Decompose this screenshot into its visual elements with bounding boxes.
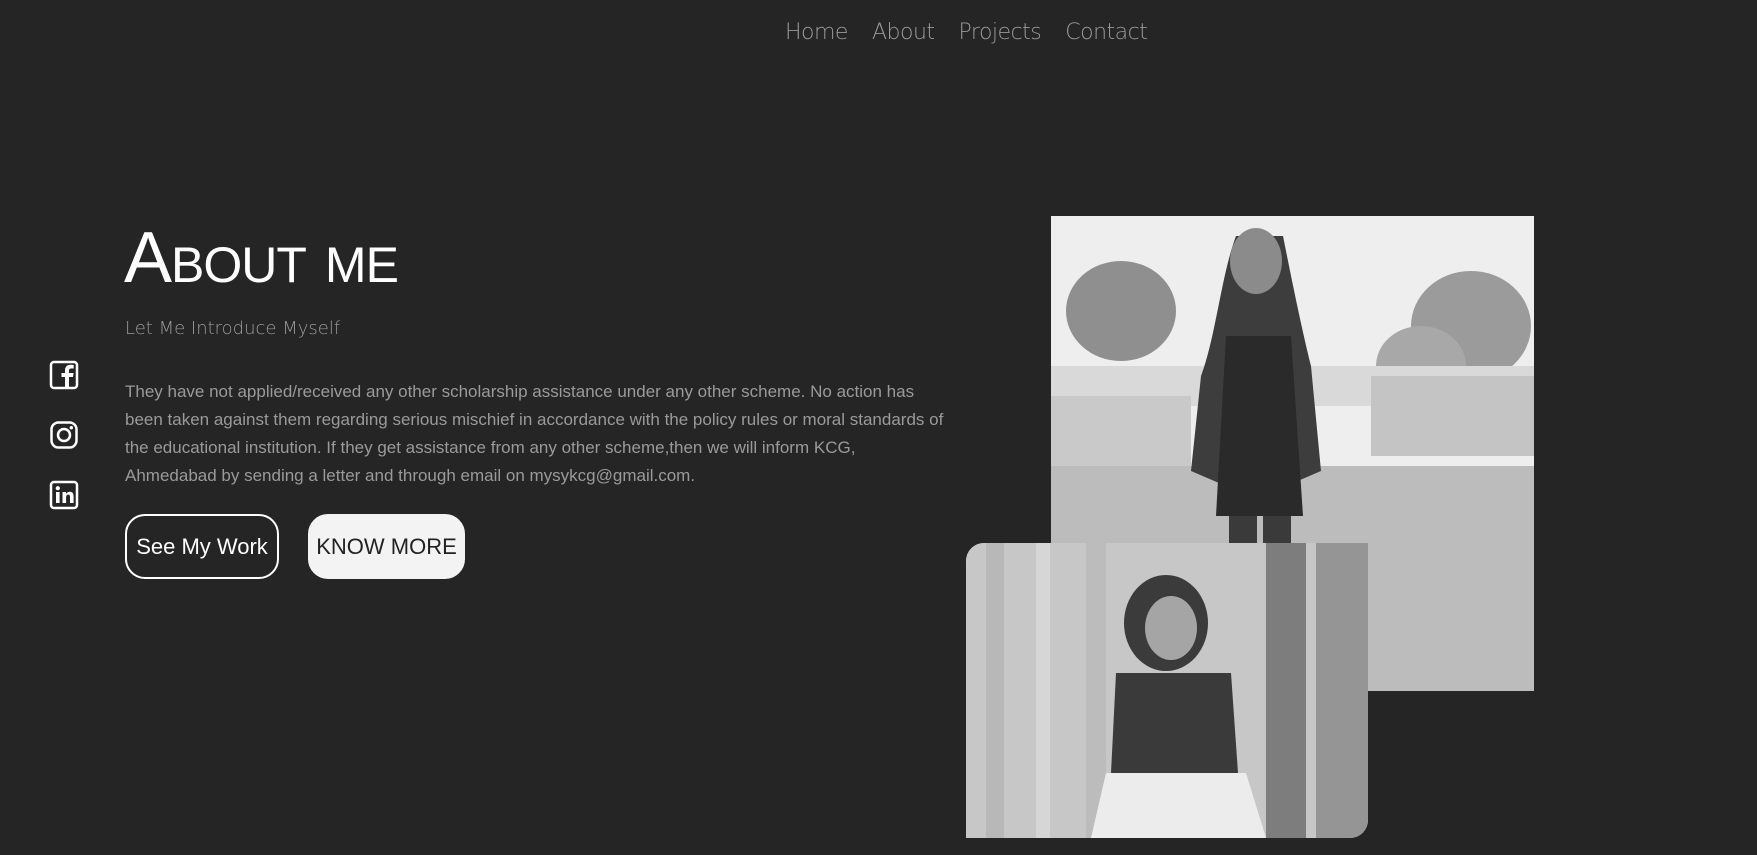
page-title: About me [124, 218, 399, 298]
nav-about-link[interactable]: About [872, 20, 935, 45]
facebook-link[interactable] [49, 360, 79, 390]
nav-home-link[interactable]: Home [785, 20, 848, 45]
linkedin-link[interactable] [49, 480, 79, 510]
top-nav: Home About Projects Contact [785, 20, 1148, 45]
nav-contact-link[interactable]: Contact [1065, 20, 1148, 45]
social-links [49, 360, 79, 510]
page-subtitle: Let Me Introduce Myself [125, 318, 341, 339]
about-paragraph: They have not applied/received any other… [125, 382, 944, 485]
instagram-link[interactable] [49, 420, 79, 450]
profile-photo-indoor-illustration [966, 543, 1368, 838]
facebook-icon [49, 360, 79, 390]
know-more-button[interactable]: KNOW MORE [308, 514, 465, 579]
profile-photo-indoor [966, 543, 1368, 838]
linkedin-icon [49, 480, 79, 510]
nav-projects-link[interactable]: Projects [959, 20, 1042, 45]
instagram-icon [50, 421, 78, 449]
see-my-work-button[interactable]: See My Work [125, 514, 279, 579]
